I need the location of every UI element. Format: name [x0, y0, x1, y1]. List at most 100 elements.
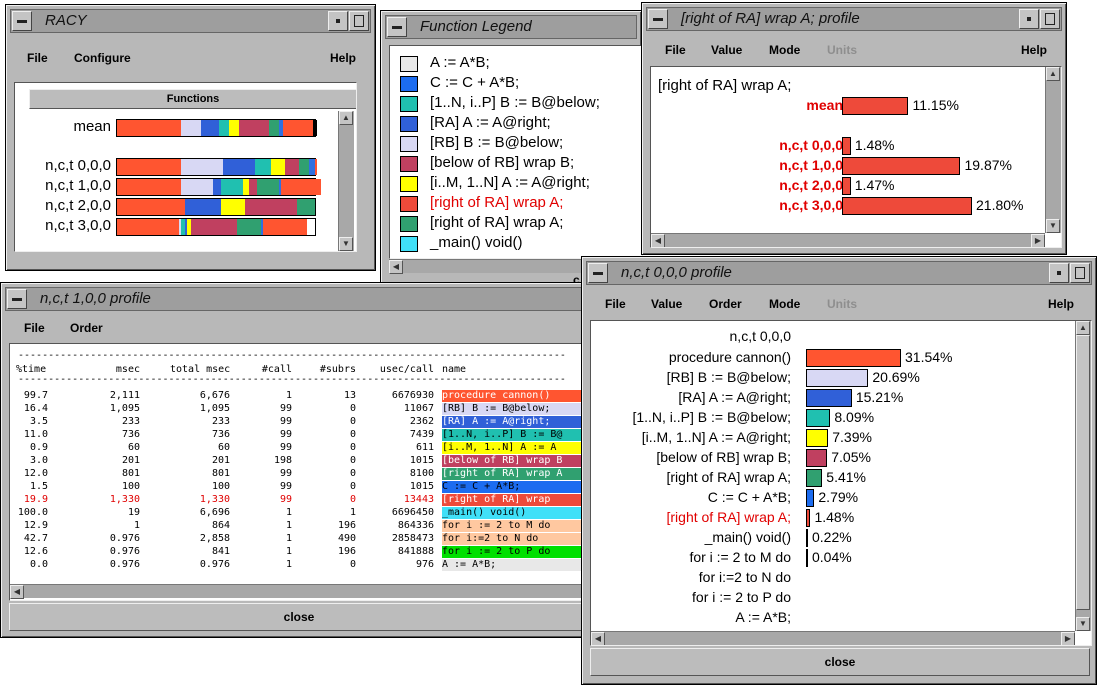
racy-window: RACY File Configure Help Functions mean n…: [5, 4, 376, 271]
scroll-right-arrow-icon[interactable]: ▶: [1031, 234, 1045, 247]
minimize-icon[interactable]: [328, 11, 348, 31]
profile-000-titlebar[interactable]: n,c,t 0,0,0 profile: [586, 261, 1092, 285]
legend-item-label[interactable]: [right of RA] wrap A;: [430, 194, 563, 211]
legend-swatch: [400, 116, 418, 132]
bar-segment: [257, 179, 279, 195]
window-menu-icon[interactable]: [648, 9, 668, 29]
table-cell: 864336: [397, 520, 434, 531]
table-row[interactable]: 3.5 233 233 99 0 2362 [RA] A := A@right;: [10, 416, 590, 429]
bar-segment: [221, 179, 243, 195]
menu-file[interactable]: File: [605, 297, 626, 311]
scroll-down-arrow-icon[interactable]: ▼: [339, 237, 353, 251]
scroll-left-arrow-icon[interactable]: ◀: [591, 632, 605, 645]
functions-button[interactable]: Functions: [29, 89, 356, 109]
scroll-right-arrow-icon[interactable]: ▶: [1061, 632, 1075, 645]
minimize-icon[interactable]: [1019, 9, 1039, 29]
table-cell: 3.0: [29, 455, 48, 466]
racy-vertical-scrollbar[interactable]: ▲ ▼: [338, 111, 354, 251]
legend-item-label[interactable]: [below of RB] wrap B;: [430, 154, 574, 171]
profile-value-text: 1.47%: [854, 177, 895, 193]
profile-000-horizontal-scrollbar[interactable]: ◀ ▶: [591, 631, 1075, 645]
racy-titlebar[interactable]: RACY: [10, 9, 371, 33]
window-menu-icon[interactable]: [387, 17, 407, 37]
legend-item-label[interactable]: [i..M, 1..N] A := A@right;: [430, 174, 590, 191]
menu-file[interactable]: File: [665, 43, 686, 57]
table-row[interactable]: 12.0 801 801 99 0 8100 [right of RA] wrap A: [10, 468, 590, 481]
ra-vertical-scrollbar[interactable]: ▲ ▼: [1045, 67, 1061, 233]
table-row[interactable]: 99.7 2,111 6,676 1 13 6676930 procedure cannon…: [10, 390, 590, 403]
table-cell: 2362: [409, 416, 434, 427]
menu-value[interactable]: Value: [651, 297, 682, 311]
ra-horizontal-scrollbar[interactable]: ◀ ▶: [651, 233, 1045, 247]
bar-segment: [297, 199, 315, 215]
profile-100-titlebar[interactable]: n,c,t 1,0,0 profile: [5, 287, 585, 311]
function-name-cell: for i := 2 to P do: [442, 546, 590, 558]
profile-value-text: 1.48%: [814, 509, 855, 525]
window-menu-icon[interactable]: [588, 263, 608, 283]
table-row[interactable]: 12.6 0.976 841 1 196 841888 for i := 2 to P do: [10, 546, 590, 559]
window-menu-icon[interactable]: [7, 289, 27, 309]
racy-pane: Functions mean n,c,t 0,0,0 n,c,t 1,0,0 n,c,…: [14, 82, 357, 252]
table-row[interactable]: 100.0 19 6,696 1 1 6696450 _main() void(): [10, 507, 590, 520]
menu-order[interactable]: Order: [709, 297, 742, 311]
menu-file[interactable]: File: [24, 321, 45, 335]
scroll-down-arrow-icon[interactable]: ▼: [1076, 617, 1090, 631]
scroll-up-arrow-icon[interactable]: ▲: [339, 111, 353, 125]
scroll-down-arrow-icon[interactable]: ▼: [1046, 219, 1060, 233]
table-row[interactable]: 42.7 0.976 2,858 1 490 2858473 for i:=2 to N d…: [10, 533, 590, 546]
table-row[interactable]: 16.4 1,095 1,095 99 0 11067 [RB] B := B@below;: [10, 403, 590, 416]
racy-stacked-bar[interactable]: [116, 158, 317, 176]
table-cell: 1,330: [199, 494, 230, 505]
table-row[interactable]: 19.9 1,330 1,330 99 0 13443 [right of RA] wrap: [10, 494, 590, 507]
legend-item-label[interactable]: C := C + A*B;: [430, 74, 519, 91]
table-row[interactable]: 12.9 1 864 1 196 864336 for i := 2 to M do: [10, 520, 590, 533]
window-menu-icon[interactable]: [12, 11, 32, 31]
menu-file[interactable]: File: [27, 51, 48, 65]
menu-order[interactable]: Order: [70, 321, 103, 335]
table-cell: 60: [217, 442, 230, 453]
racy-stacked-bar[interactable]: [116, 218, 316, 236]
menu-value[interactable]: Value: [711, 43, 742, 57]
table-row[interactable]: 3.0 201 201 198 0 1015 [below of RB] wrap B: [10, 455, 590, 468]
maximize-icon[interactable]: [349, 11, 369, 31]
table-row[interactable]: 11.0 736 736 99 0 7439 [1..N, i..P] B := B@: [10, 429, 590, 442]
scroll-left-arrow-icon[interactable]: ◀: [10, 585, 24, 599]
bar-segment: [117, 159, 181, 175]
legend-item-label[interactable]: [1..N, i..P] B := B@below;: [430, 94, 600, 111]
legend-item-label[interactable]: [RB] B := B@below;: [430, 134, 563, 151]
scroll-up-arrow-icon[interactable]: ▲: [1076, 321, 1090, 335]
scroll-up-arrow-icon[interactable]: ▲: [1046, 67, 1060, 81]
legend-item-label[interactable]: _main() void(): [430, 234, 523, 251]
menu-configure[interactable]: Configure: [74, 51, 131, 65]
table-row[interactable]: 0.0 0.976 0.976 1 0 976 A := A*B;: [10, 559, 590, 572]
scroll-left-arrow-icon[interactable]: ◀: [651, 234, 665, 247]
profile-row-label: [right of RA] wrap A;: [666, 469, 792, 485]
bar-segment: [219, 120, 229, 136]
menu-mode[interactable]: Mode: [769, 297, 800, 311]
racy-stacked-bar[interactable]: [116, 119, 317, 137]
legend-item-label[interactable]: [right of RA] wrap A;: [430, 214, 563, 231]
scroll-thumb[interactable]: [1076, 335, 1090, 610]
menu-help[interactable]: Help: [1021, 43, 1047, 57]
ra-profile-titlebar[interactable]: [right of RA] wrap A; profile: [646, 7, 1062, 31]
profile-100-horizontal-scrollbar[interactable]: ◀: [10, 584, 590, 599]
menu-help[interactable]: Help: [330, 51, 356, 65]
legend-item-label[interactable]: A := A*B;: [430, 54, 490, 71]
menu-mode[interactable]: Mode: [769, 43, 800, 57]
racy-stacked-bar[interactable]: [116, 178, 321, 196]
scroll-left-arrow-icon[interactable]: ◀: [389, 260, 403, 274]
minimize-icon[interactable]: [1049, 263, 1069, 283]
maximize-icon[interactable]: [1040, 9, 1060, 29]
racy-stacked-bar[interactable]: [116, 198, 316, 216]
maximize-icon[interactable]: [1070, 263, 1090, 283]
table-cell: 736: [211, 429, 230, 440]
table-row[interactable]: 1.5 100 100 99 0 1015 C := C + A*B;: [10, 481, 590, 494]
legend-titlebar[interactable]: Function Legend: [385, 15, 637, 39]
legend-item-label[interactable]: [RA] A := A@right;: [430, 114, 551, 131]
close-button[interactable]: close: [9, 603, 589, 631]
profile-000-vertical-scrollbar[interactable]: ▲ ▼: [1075, 321, 1091, 631]
menu-help[interactable]: Help: [1048, 297, 1074, 311]
bar-segment: [237, 219, 261, 235]
close-button[interactable]: close: [590, 648, 1090, 676]
table-row[interactable]: 0.9 60 60 99 0 611 [i..M, 1..N] A := A: [10, 442, 590, 455]
